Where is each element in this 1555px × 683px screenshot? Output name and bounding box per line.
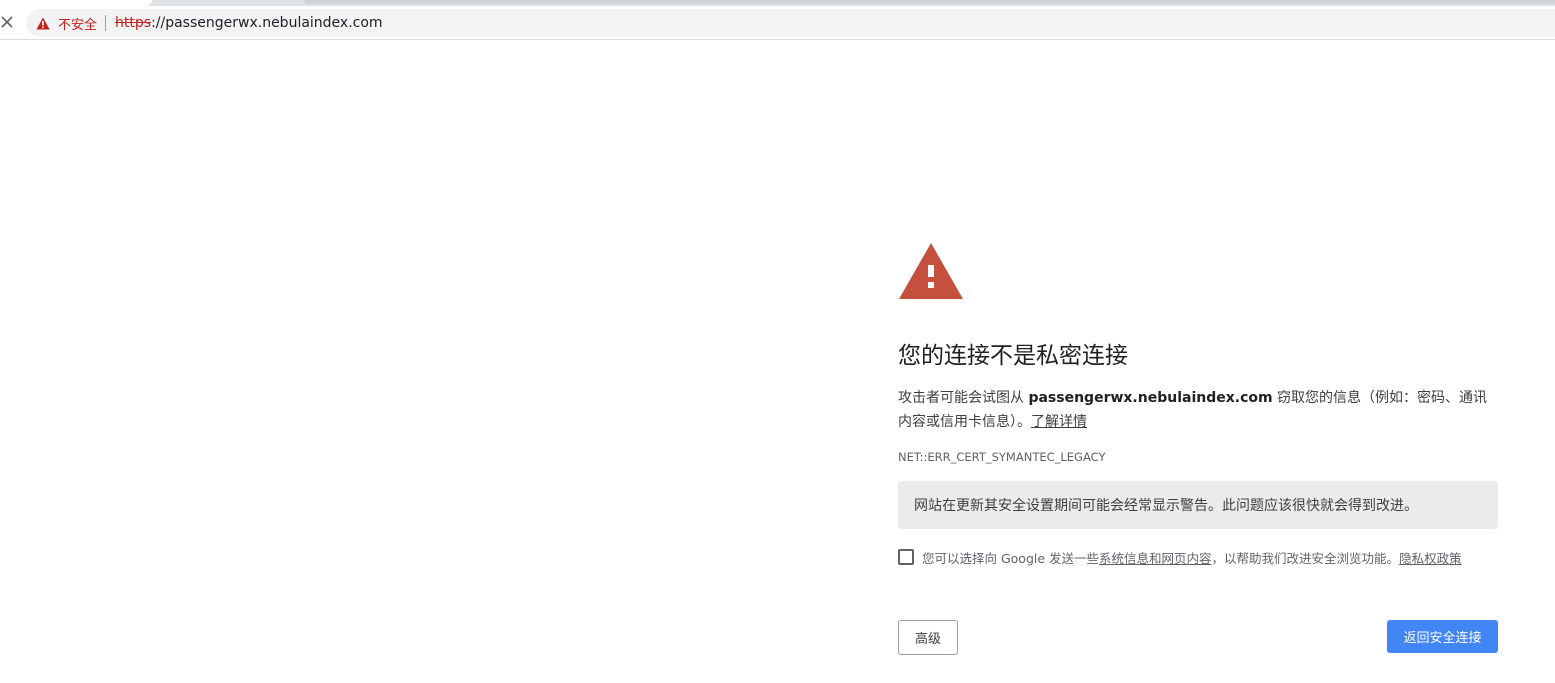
url-scheme: https — [115, 15, 152, 31]
notice-text: 网站在更新其安全设置期间可能会经常显示警告。此问题应该很快就会得到改进。 — [914, 498, 1418, 514]
learn-more-link[interactable]: 了解详情 — [1031, 414, 1087, 430]
explanation-host: passengerwx.nebulaindex.com — [1028, 390, 1273, 406]
page-title: 您的连接不是私密连接 — [898, 343, 1128, 369]
warning-triangle-icon[interactable] — [36, 15, 52, 31]
notice-box: 网站在更新其安全设置期间可能会经常显示警告。此问题应该很快就会得到改进。 — [898, 481, 1498, 529]
url-host: ://passengerwx.nebulaindex.com — [151, 15, 383, 31]
error-code: NET::ERR_CERT_SYMANTEC_LEGACY — [898, 450, 1106, 464]
optin-text: 您可以选择向 Google 发送一些系统信息和网页内容，以帮助我们改进安全浏览功… — [922, 548, 1462, 567]
system-info-link[interactable]: 系统信息和网页内容 — [1099, 551, 1212, 566]
privacy-policy-link[interactable]: 隐私权政策 — [1399, 551, 1462, 566]
inactive-tab[interactable] — [304, 0, 1555, 4]
back-to-safety-button[interactable]: 返回安全连接 — [1387, 620, 1498, 653]
omnibox-divider — [105, 15, 107, 31]
close-icon — [1, 16, 13, 28]
explanation-prefix: 攻击者可能会试图从 — [898, 390, 1029, 406]
optin-checkbox[interactable] — [898, 549, 914, 565]
safe-browsing-optin: 您可以选择向 Google 发送一些系统信息和网页内容，以帮助我们改进安全浏览功… — [898, 547, 1498, 567]
explanation-paragraph: 攻击者可能会试图从 passengerwx.nebulaindex.com 窃取… — [898, 386, 1498, 434]
not-secure-label[interactable]: 不安全 — [58, 14, 97, 33]
stop-loading-button[interactable] — [0, 10, 18, 34]
optin-suffix: ，以帮助我们改进安全浏览功能。 — [1211, 550, 1400, 566]
advanced-button[interactable]: 高级 — [898, 620, 958, 655]
browser-toolbar: 不安全 https ://passengerwx.nebulaindex.com — [0, 6, 1555, 40]
address-bar[interactable]: 不安全 https ://passengerwx.nebulaindex.com — [26, 9, 1555, 37]
warning-triangle-icon — [899, 243, 963, 299]
optin-prefix: 您可以选择向 Google 发送一些 — [922, 550, 1100, 566]
